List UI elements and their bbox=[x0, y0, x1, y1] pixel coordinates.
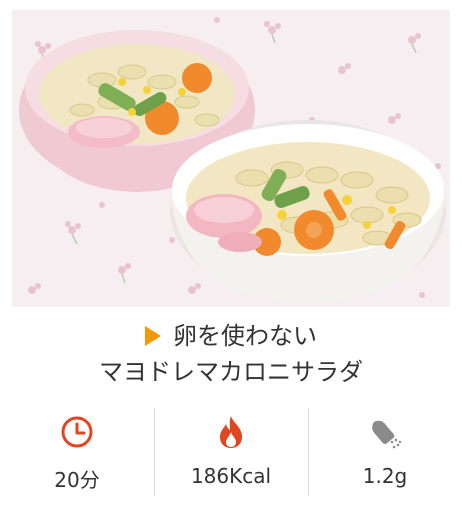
flame-icon bbox=[220, 416, 242, 448]
recipe-stats: 20分 186Kcal 1.2g bbox=[0, 404, 462, 496]
recipe-photo[interactable] bbox=[12, 10, 450, 307]
recipe-title[interactable]: 卵を使わない マヨドレマカロニサラダ bbox=[0, 318, 462, 390]
stat-time-value: 20分 bbox=[54, 468, 100, 492]
play-arrow-icon bbox=[145, 326, 161, 346]
stat-calories-value: 186Kcal bbox=[190, 464, 272, 488]
stat-salt: 1.2g bbox=[308, 404, 462, 496]
clock-icon bbox=[61, 416, 93, 448]
stat-calories: 186Kcal bbox=[154, 404, 308, 496]
recipe-card[interactable]: 卵を使わない マヨドレマカロニサラダ 20分 186Kcal 1.2g bbox=[0, 0, 462, 514]
recipe-title-line2: マヨドレマカロニサラダ bbox=[99, 358, 363, 386]
stat-salt-value: 1.2g bbox=[362, 464, 408, 488]
stat-time: 20分 bbox=[0, 404, 154, 496]
salt-shaker-icon bbox=[372, 420, 402, 449]
recipe-title-line1: 卵を使わない bbox=[173, 322, 317, 350]
